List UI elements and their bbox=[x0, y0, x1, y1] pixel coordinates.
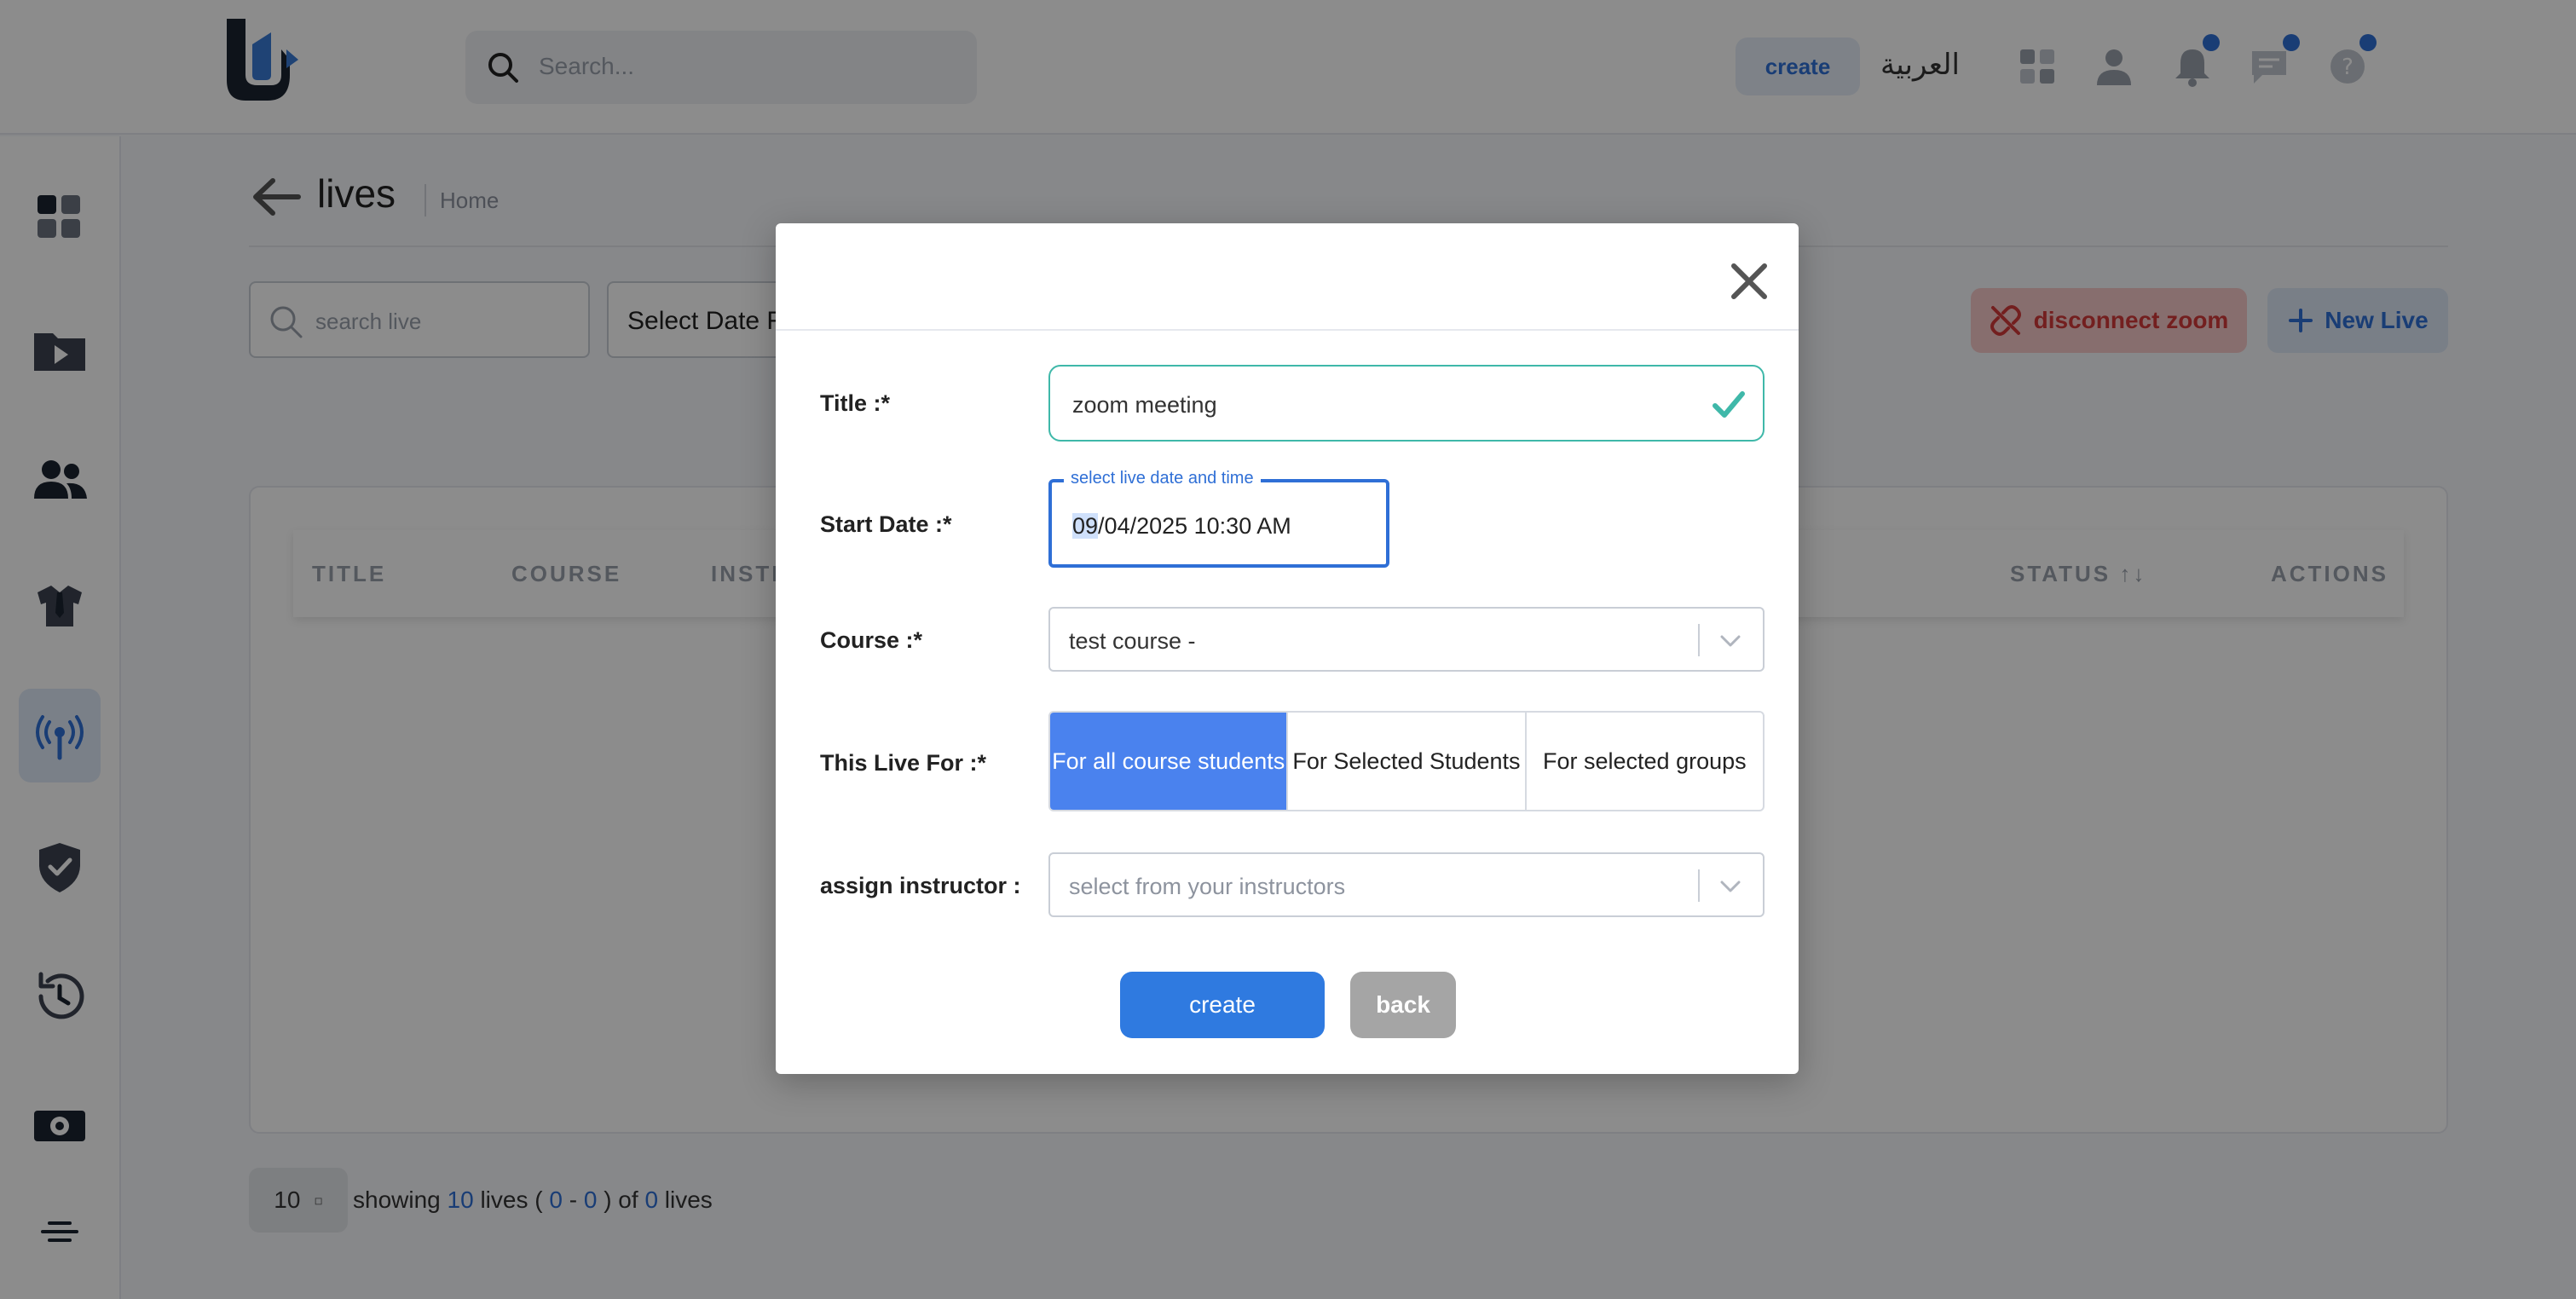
live-for-segmented-control: For all course students For Selected Stu… bbox=[1048, 711, 1765, 811]
option-selected-groups[interactable]: For selected groups bbox=[1524, 713, 1763, 810]
check-icon bbox=[1713, 391, 1745, 418]
title-field[interactable]: zoom meeting bbox=[1048, 365, 1765, 442]
instructor-placeholder: select from your instructors bbox=[1069, 874, 1346, 899]
select-divider bbox=[1698, 869, 1700, 902]
chevron-down-icon bbox=[1720, 635, 1741, 647]
instructor-select[interactable]: select from your instructors bbox=[1048, 852, 1765, 917]
close-icon[interactable] bbox=[1722, 254, 1776, 309]
course-select[interactable]: test course - bbox=[1048, 607, 1765, 672]
modal-header-divider bbox=[776, 329, 1799, 331]
date-field-legend: select live date and time bbox=[1064, 469, 1261, 488]
course-label: Course :* bbox=[820, 627, 923, 653]
select-divider bbox=[1698, 624, 1700, 656]
title-value: zoom meeting bbox=[1072, 392, 1217, 418]
start-date-field[interactable]: select live date and time 09/04/2025 10:… bbox=[1048, 469, 1389, 568]
course-value: test course - bbox=[1069, 628, 1196, 654]
title-label: Title :* bbox=[820, 390, 891, 416]
live-for-label: This Live For :* bbox=[820, 750, 987, 776]
date-rest: /04/2025 10:30 AM bbox=[1098, 513, 1291, 539]
option-selected-students[interactable]: For Selected Students bbox=[1286, 713, 1524, 810]
create-button[interactable]: create bbox=[1120, 972, 1325, 1038]
instructor-label: assign instructor : bbox=[820, 873, 1021, 898]
date-month-segment[interactable]: 09 bbox=[1072, 513, 1099, 539]
back-button[interactable]: back bbox=[1350, 972, 1456, 1038]
create-live-dialog: Title :* zoom meeting Start Date :* sele… bbox=[776, 223, 1799, 1074]
option-all-course-students[interactable]: For all course students bbox=[1050, 713, 1287, 810]
date-value: 09/04/2025 10:30 AM bbox=[1072, 513, 1291, 540]
start-date-label: Start Date :* bbox=[820, 511, 952, 537]
chevron-down-icon bbox=[1720, 880, 1741, 892]
